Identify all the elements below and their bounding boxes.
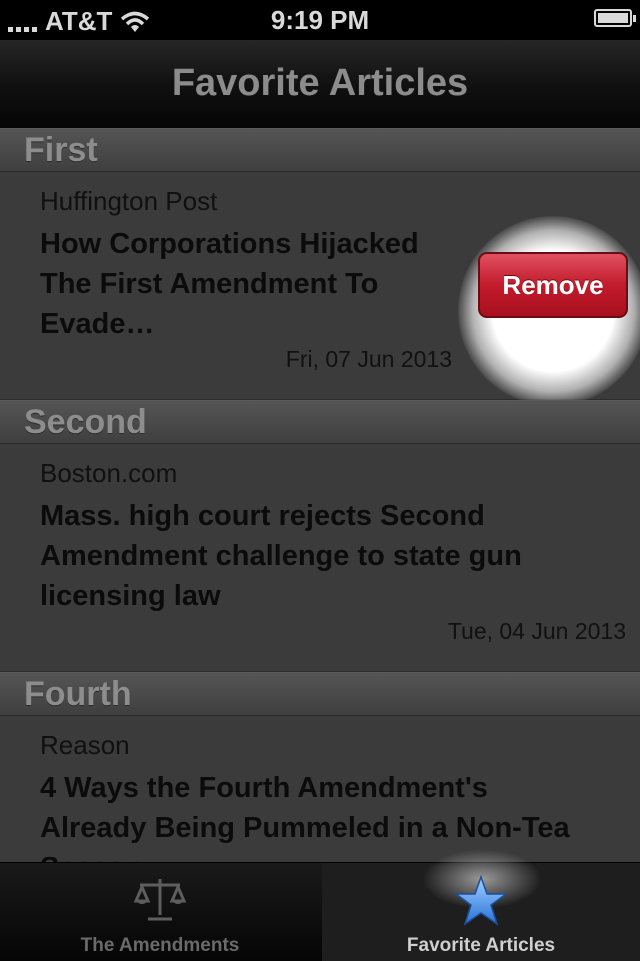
navigation-bar: Favorite Articles bbox=[0, 40, 640, 129]
tab-label: The Amendments bbox=[80, 935, 240, 956]
favorites-list[interactable]: First Huffington Post How Corporations H… bbox=[0, 128, 640, 862]
section-header-fourth: Fourth bbox=[0, 672, 640, 716]
remove-button[interactable]: Remove bbox=[478, 252, 628, 318]
tab-bar: The Amendments Favorite Articles bbox=[0, 849, 640, 961]
battery-icon bbox=[594, 9, 636, 27]
section-title: Fourth bbox=[24, 675, 132, 713]
article-source: Reason bbox=[40, 730, 130, 760]
article-source: Boston.com bbox=[40, 458, 178, 488]
status-time: 9:19 PM bbox=[270, 5, 370, 35]
section-header-first: First bbox=[0, 128, 640, 172]
article-headline: How Corporations Hijacked The First Amen… bbox=[40, 228, 419, 340]
article-source: Huffington Post bbox=[40, 186, 218, 216]
section-title: First bbox=[24, 131, 98, 169]
article-headline: Mass. high court rejects Second Amendmen… bbox=[40, 500, 522, 612]
tab-the-amendments[interactable]: The Amendments bbox=[0, 863, 320, 961]
list-item[interactable]: Huffington Post How Corporations Hijacke… bbox=[0, 172, 640, 406]
list-item[interactable]: Boston.com Mass. high court rejects Seco… bbox=[0, 444, 640, 672]
article-headline: 4 Ways the Fourth Amendment's Already Be… bbox=[40, 772, 570, 862]
section-title: Second bbox=[24, 403, 147, 441]
tab-label: Favorite Articles bbox=[406, 935, 556, 956]
page-title: Favorite Articles bbox=[171, 62, 469, 104]
scales-icon bbox=[133, 879, 187, 921]
star-icon bbox=[454, 875, 508, 926]
article-date: Tue, 04 Jun 2013 bbox=[447, 618, 626, 644]
article-date: Fri, 07 Jun 2013 bbox=[285, 346, 452, 372]
section-header-second: Second bbox=[0, 400, 640, 444]
tab-favorite-articles[interactable]: Favorite Articles bbox=[322, 849, 640, 961]
list-item[interactable]: Reason 4 Ways the Fourth Amendment's Alr… bbox=[0, 716, 640, 862]
status-bar: AT&T 9:19 PM bbox=[0, 0, 640, 40]
